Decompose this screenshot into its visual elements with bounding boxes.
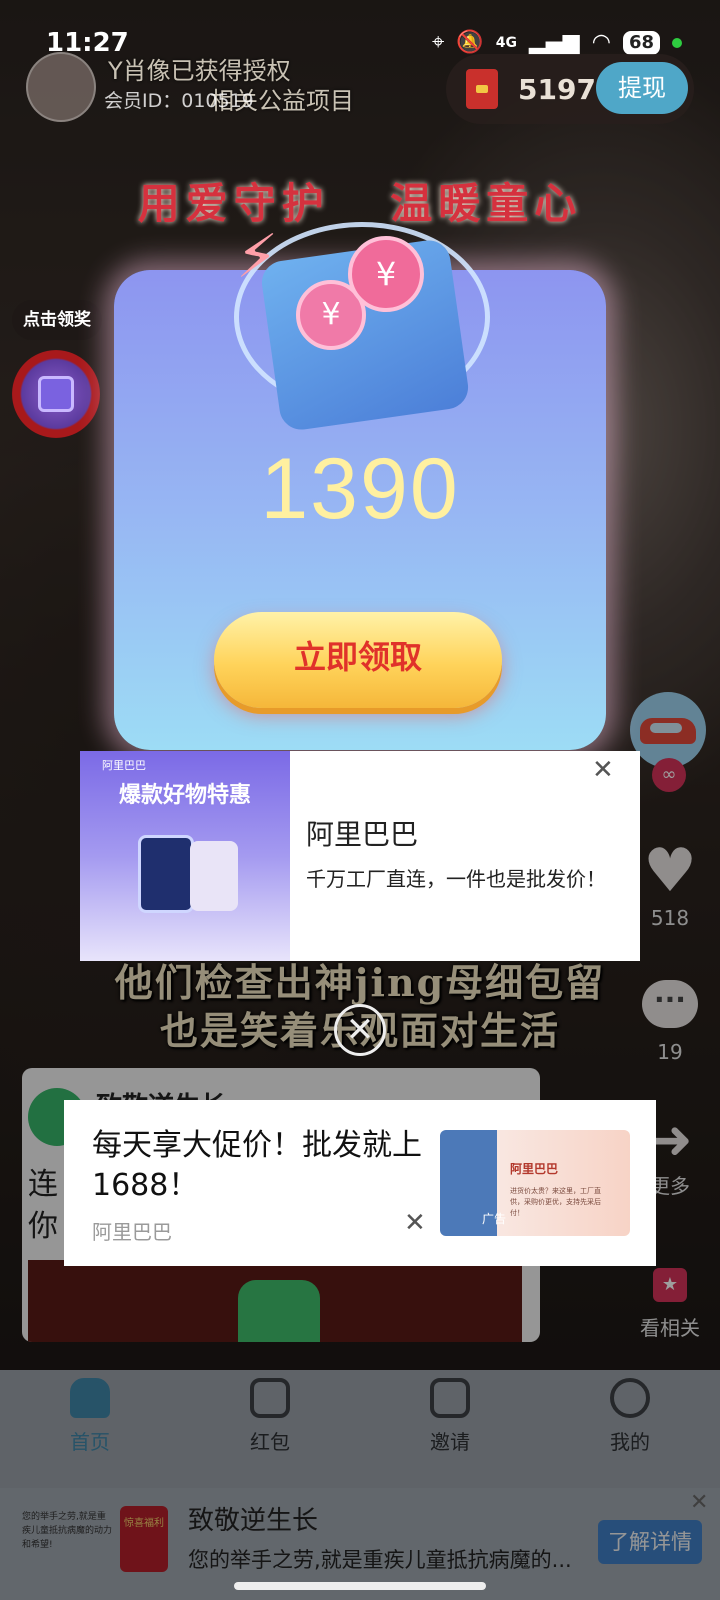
gift-illustration: ¥ ¥ ⚡ bbox=[230, 222, 494, 442]
ad-image-title: 阿里巴巴 bbox=[510, 1162, 559, 1176]
privacy-indicator bbox=[672, 37, 682, 48]
red-envelope-icon bbox=[466, 69, 498, 109]
ad-image: 阿里巴巴 爆款好物特惠 bbox=[80, 751, 290, 961]
signal-icon: ▂▄▆ bbox=[528, 30, 580, 55]
ad-image-text: 进货价太贵？来这里，工厂直供，采购价更优，支持先采后付！ bbox=[510, 1187, 601, 1217]
status-icons: ⌖ 🔕 4G ▂▄▆ ◠ 68 bbox=[432, 30, 682, 55]
mute-icon: 🔕 bbox=[456, 30, 484, 55]
user-avatar[interactable] bbox=[26, 52, 96, 122]
ad-image: 阿里巴巴 进货价太贵？来这里，工厂直供，采购价更优，支持先采后付！ 广告 bbox=[440, 1130, 630, 1236]
ad-description: 千万工厂直连，一件也是批发价！ bbox=[306, 867, 606, 891]
ad-1688[interactable]: 每天享大促价！批发就上1688！ 阿里巴巴 ✕ 阿里巴巴 进货价太贵？来这里，工… bbox=[64, 1100, 656, 1266]
ad-title: 阿里巴巴 bbox=[306, 818, 419, 851]
ad-image-brand: 阿里巴巴 bbox=[102, 759, 146, 772]
close-popup-button[interactable]: ✕ bbox=[334, 1004, 386, 1056]
caption-line-1: Y肖像已获得授权 bbox=[108, 57, 291, 85]
close-icon[interactable]: ✕ bbox=[404, 1208, 426, 1238]
ad-brand: 阿里巴巴 bbox=[92, 1220, 172, 1244]
alibaba-ad[interactable]: 阿里巴巴 爆款好物特惠 阿里巴巴 千万工厂直连，一件也是批发价！ ✕ bbox=[80, 751, 640, 961]
battery-level: 68 bbox=[622, 30, 660, 55]
ad-tag: 广告 bbox=[482, 1212, 507, 1226]
lightning-icon: ⚡ bbox=[236, 222, 279, 292]
coin-icon: ¥ bbox=[348, 236, 424, 312]
wifi-icon: ◠ bbox=[591, 30, 611, 55]
gift-icon[interactable] bbox=[12, 350, 100, 438]
withdraw-button[interactable]: 提现 bbox=[596, 62, 688, 114]
ad-image-slogan: 爆款好物特惠 bbox=[118, 783, 251, 808]
network-type: 4G bbox=[495, 34, 517, 51]
tablet-image bbox=[138, 835, 194, 913]
reward-amount: 1390 bbox=[260, 441, 460, 537]
ad-title: 每天享大促价！批发就上1688！ bbox=[92, 1128, 422, 1203]
close-icon[interactable]: ✕ bbox=[592, 755, 614, 785]
home-indicator[interactable] bbox=[234, 1582, 486, 1590]
member-id: 会员ID：010519 bbox=[104, 90, 254, 112]
reward-tip[interactable]: 点击领奖 bbox=[12, 300, 102, 340]
location-icon: ⌖ bbox=[431, 30, 445, 55]
gift-box-icon bbox=[38, 376, 74, 412]
claim-now-button[interactable]: 立即领取 bbox=[214, 612, 502, 708]
case-image bbox=[190, 841, 238, 911]
